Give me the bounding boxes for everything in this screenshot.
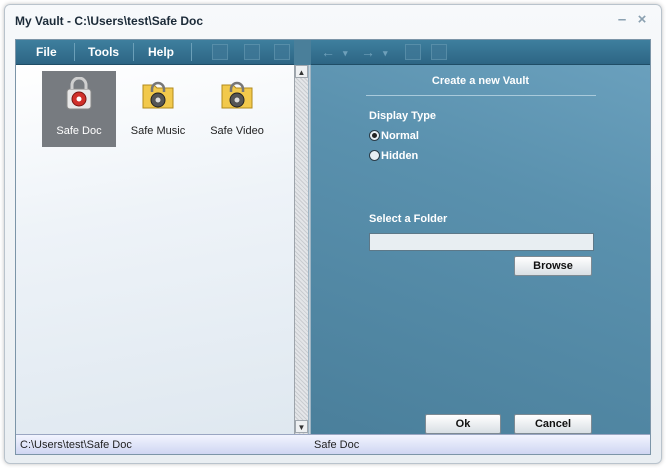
status-path: C:\Users\test\Safe Doc [20,439,132,451]
main-content: File Tools Help ← ▾ → ▾ Safe Doc Safe Mu… [15,39,651,455]
radio-label: Hidden [381,150,419,162]
vault-list-pane: Safe Doc Safe Music Safe Video [16,65,294,434]
vault-label: Safe Music [130,125,186,137]
menu-separator [191,43,192,61]
folder-path-input[interactable] [369,233,594,251]
vertical-scrollbar[interactable]: ▲ ▼ [294,65,308,434]
menu-separator [74,43,75,61]
minimize-button[interactable]: – [613,11,631,29]
list-icon[interactable] [431,44,447,60]
status-bar: C:\Users\test\Safe Doc Safe Doc [16,434,650,454]
menu-bar: File Tools Help [16,40,294,65]
create-vault-panel: Create a new Vault Display Type Normal H… [311,65,650,434]
back-icon[interactable]: ← [321,44,335,60]
panel-title: Create a new Vault [431,75,530,87]
scroll-up-icon[interactable]: ▲ [295,65,308,78]
save-icon[interactable] [212,44,228,60]
folder-icon[interactable] [405,44,421,60]
status-vault-name: Safe Doc [314,439,360,451]
cancel-button[interactable]: Cancel [514,414,592,434]
vault-label: Safe Doc [56,125,102,137]
menu-tools[interactable]: Tools [88,45,119,59]
menu-separator [133,43,134,61]
vault-item-safe-music[interactable]: Safe Music [121,71,195,147]
delete-icon[interactable] [244,44,260,60]
close-button[interactable]: × [633,11,651,29]
radio-normal[interactable]: Normal [369,130,419,142]
locked-folder-icon [142,81,174,109]
window-title: My Vault - C:\Users\test\Safe Doc [15,14,204,28]
radio-unchecked-icon[interactable] [369,150,380,161]
key-icon[interactable] [274,44,290,60]
lock-icon [66,77,92,110]
vault-item-safe-doc[interactable]: Safe Doc [42,71,116,147]
radio-checked-icon[interactable] [369,130,380,141]
scroll-down-icon[interactable]: ▼ [295,420,308,433]
menu-file[interactable]: File [36,45,57,59]
radio-label: Normal [381,130,419,142]
title-divider [366,95,596,96]
ok-button[interactable]: Ok [425,414,501,434]
title-bar[interactable]: My Vault - C:\Users\test\Safe Doc – × [5,5,661,37]
radio-hidden[interactable]: Hidden [369,150,418,162]
locked-folder-icon [221,81,253,109]
display-type-label: Display Type [369,110,437,122]
select-folder-label: Select a Folder [369,213,448,225]
browse-button[interactable]: Browse [514,256,592,276]
app-window: My Vault - C:\Users\test\Safe Doc – × Fi… [4,4,662,464]
forward-dropdown-icon[interactable]: ▾ [383,48,388,59]
navigation-bar: ← ▾ → ▾ [311,40,650,65]
back-dropdown-icon[interactable]: ▾ [343,48,348,59]
vault-label: Safe Video [210,125,264,137]
menu-help[interactable]: Help [148,45,174,59]
forward-icon[interactable]: → [361,44,375,60]
vault-item-safe-video[interactable]: Safe Video [200,71,274,147]
